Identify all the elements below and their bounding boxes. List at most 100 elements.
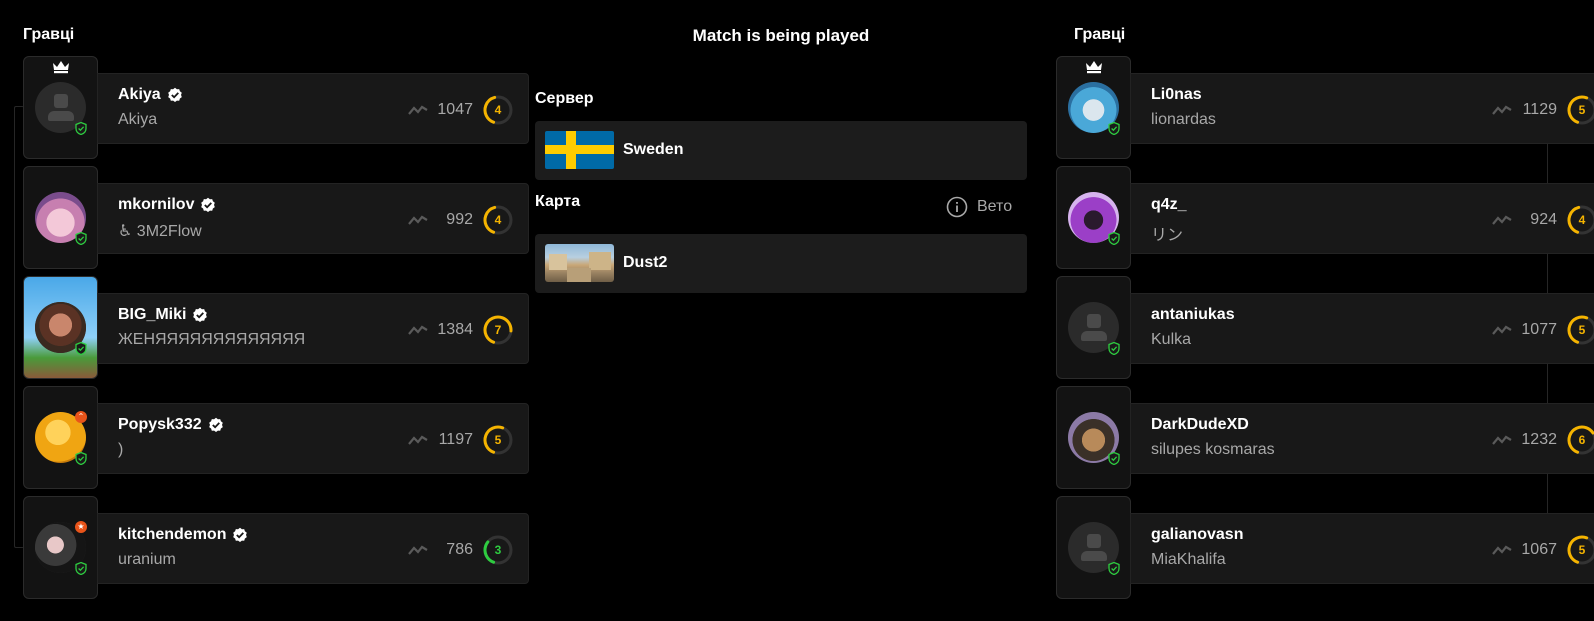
skill-level-value: 5: [494, 433, 502, 447]
player-name-text: q4z_: [1151, 196, 1187, 213]
skill-level-value: 4: [1578, 213, 1586, 227]
shield-icon: [75, 561, 87, 576]
server-box: Sweden: [535, 121, 1027, 180]
crown-icon: [53, 61, 69, 74]
player-name[interactable]: mkornilov: [118, 196, 216, 214]
player-name[interactable]: galianovasn: [1151, 526, 1243, 544]
player-card[interactable]: galianovasn MiaKhalifa 1067 5: [1130, 513, 1594, 584]
player-name-text: antaniukas: [1151, 306, 1235, 323]
map-value: Dust2: [623, 254, 668, 271]
elo-display: 924 4: [1492, 204, 1594, 236]
player-row[interactable]: ★ kitchendemon uranium 786 3: [23, 496, 529, 608]
player-name-text: galianovasn: [1151, 526, 1244, 543]
player-name[interactable]: antaniukas: [1151, 306, 1235, 324]
skill-level-value: 7: [494, 323, 502, 337]
player-avatar-card[interactable]: ⌃: [23, 386, 98, 489]
player-card[interactable]: q4z_ リン 924 4: [1130, 183, 1594, 254]
shield-icon: [75, 341, 87, 356]
player-row[interactable]: antaniukas Kulka 1077 5: [1056, 276, 1594, 388]
player-row[interactable]: DarkDudeXD silupes kosmaras 1232 6: [1056, 386, 1594, 498]
skill-level-icon: 4: [482, 204, 514, 236]
player-name[interactable]: Li0nas: [1151, 86, 1202, 104]
player-name[interactable]: Akiya: [118, 86, 183, 104]
elo-trend-icon: [1492, 105, 1512, 115]
elo-trend-icon: [408, 215, 428, 225]
map-label: Карта: [535, 193, 581, 210]
elo-trend-icon: [408, 545, 428, 555]
skill-level-icon: 5: [1566, 94, 1594, 126]
shield-icon: [1108, 231, 1120, 246]
player-nickname: Kulka: [1151, 331, 1192, 348]
player-row[interactable]: Akiya Akiya 1047 4: [23, 56, 529, 168]
player-avatar-card[interactable]: [1056, 496, 1131, 599]
elo-display: 1077 5: [1492, 314, 1594, 346]
player-name-text: Popysk332: [118, 416, 202, 433]
skill-level-value: 3: [494, 543, 502, 557]
skill-level-icon: 4: [482, 94, 514, 126]
skill-level-icon: 6: [1566, 424, 1594, 456]
player-name[interactable]: kitchendemon: [118, 526, 248, 544]
shield-icon: [1108, 121, 1120, 136]
player-card[interactable]: DarkDudeXD silupes kosmaras 1232 6: [1130, 403, 1594, 474]
elo-display: 992 4: [408, 204, 514, 236]
player-nickname: ): [118, 441, 124, 458]
verified-icon: [233, 527, 248, 542]
elo-value: 1129: [1522, 101, 1557, 118]
player-nickname: MiaKhalifa: [1151, 551, 1226, 568]
player-name[interactable]: BIG_Miki: [118, 306, 208, 324]
player-row[interactable]: galianovasn MiaKhalifa 1067 5: [1056, 496, 1594, 608]
player-card[interactable]: kitchendemon uranium 786 3: [97, 513, 529, 584]
elo-value: 924: [1530, 211, 1557, 228]
shield-icon: [75, 121, 87, 136]
player-row[interactable]: q4z_ リン 924 4: [1056, 166, 1594, 278]
skill-level-value: 5: [1578, 103, 1586, 117]
player-avatar-card[interactable]: [1056, 56, 1131, 159]
player-avatar-card[interactable]: [1056, 386, 1131, 489]
player-avatar-card[interactable]: [23, 166, 98, 269]
player-row[interactable]: mkornilov ♿ 3M2Flow 992 4: [23, 166, 529, 278]
player-row[interactable]: ⌃ Popysk332) 1197 5: [23, 386, 529, 498]
info-icon: [946, 196, 968, 218]
elo-trend-icon: [408, 105, 428, 115]
player-card[interactable]: antaniukas Kulka 1077 5: [1130, 293, 1594, 364]
player-avatar-card[interactable]: ★: [23, 496, 98, 599]
elo-display: 1384 7: [408, 314, 514, 346]
skill-level-value: 4: [494, 213, 502, 227]
player-card[interactable]: mkornilov ♿ 3M2Flow 992 4: [97, 183, 529, 254]
elo-display: 1197 5: [408, 424, 514, 456]
player-nickname: lionardas: [1151, 111, 1216, 128]
shield-icon: [1108, 451, 1120, 466]
verified-icon: [193, 307, 208, 322]
skill-level-value: 5: [1578, 323, 1586, 337]
verified-icon: [167, 87, 182, 102]
elo-value: 1047: [437, 101, 473, 118]
shield-icon: [1108, 341, 1120, 356]
map-box: Dust2: [535, 234, 1027, 293]
player-avatar-card[interactable]: [1056, 276, 1131, 379]
veto-label: Вето: [977, 198, 1013, 215]
elo-display: 1232 6: [1492, 424, 1594, 456]
player-nickname: リン: [1151, 227, 1184, 244]
player-row[interactable]: Li0nas lionardas 1129 5: [1056, 56, 1594, 168]
player-card[interactable]: Popysk332) 1197 5: [97, 403, 529, 474]
player-name[interactable]: q4z_: [1151, 196, 1187, 214]
match-status-title: Match is being played: [692, 26, 870, 45]
player-card[interactable]: BIG_Miki ЖЕНЯЯЯЯЯЯЯЯЯЯЯЯЯ 1384 7: [97, 293, 529, 364]
player-avatar-card[interactable]: [23, 276, 98, 379]
player-card[interactable]: Akiya Akiya 1047 4: [97, 73, 529, 144]
player-name-text: Akiya: [118, 86, 161, 103]
player-row[interactable]: BIG_Miki ЖЕНЯЯЯЯЯЯЯЯЯЯЯЯЯ 1384 7: [23, 276, 529, 388]
left-team-heading: Гравці: [23, 26, 75, 43]
player-name-text: mkornilov: [118, 196, 195, 213]
elo-trend-icon: [1492, 215, 1512, 225]
player-name[interactable]: DarkDudeXD: [1151, 416, 1249, 434]
player-card[interactable]: Li0nas lionardas 1129 5: [1130, 73, 1594, 144]
player-name[interactable]: Popysk332: [118, 416, 224, 434]
star-badge-icon: ★: [75, 521, 87, 533]
player-nickname: Akiya: [118, 111, 158, 128]
veto-button[interactable]: Вето: [946, 196, 1012, 218]
skill-level-icon: 5: [1566, 314, 1594, 346]
player-name-text: kitchendemon: [118, 526, 227, 543]
player-avatar-card[interactable]: [1056, 166, 1131, 269]
player-avatar-card[interactable]: [23, 56, 98, 159]
